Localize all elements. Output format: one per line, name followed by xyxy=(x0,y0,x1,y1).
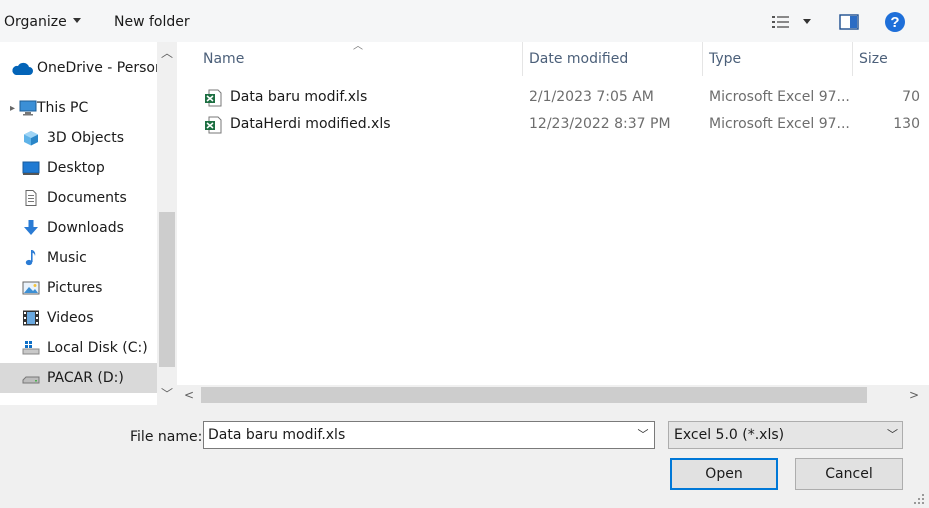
file-name-label: File name: xyxy=(130,429,203,445)
file-name: DataHerdi modified.xls xyxy=(230,116,391,132)
file-type: Microsoft Excel 97... xyxy=(709,116,849,132)
download-arrow-icon xyxy=(24,220,38,235)
scroll-left-arrow-icon[interactable]: < xyxy=(179,385,199,405)
nav-item-label: 3D Objects xyxy=(47,130,125,146)
nav-item-label: This PC xyxy=(37,100,89,116)
nav-item-label: Local Disk (C:) xyxy=(47,340,148,356)
nav-item-label: Videos xyxy=(47,310,94,326)
nav-item-music[interactable]: Music xyxy=(0,243,157,273)
scroll-thumb[interactable] xyxy=(201,387,867,403)
file-size: 130 xyxy=(893,116,920,132)
nav-item-this-pc[interactable]: ▸ This PC xyxy=(0,93,157,123)
column-header-size[interactable]: Size xyxy=(853,42,929,76)
file-list-horizontal-scrollbar[interactable]: < > xyxy=(177,385,929,405)
scroll-up-arrow-icon[interactable]: ︿ xyxy=(157,44,177,62)
toolbar: Organize New folder ? xyxy=(0,0,929,42)
chevron-right-icon: ▸ xyxy=(10,103,16,114)
file-type-value: Excel 5.0 (*.xls) xyxy=(674,427,785,443)
file-name: Data baru modif.xls xyxy=(230,89,368,105)
drive-icon xyxy=(22,376,40,384)
music-note-icon xyxy=(25,250,36,266)
file-type: Microsoft Excel 97... xyxy=(709,89,849,105)
file-date: 12/23/2022 8:37 PM xyxy=(529,116,671,132)
computer-icon xyxy=(19,100,37,116)
chevron-down-icon: ﹀ xyxy=(887,428,898,441)
nav-item-label: OneDrive - Personal xyxy=(37,60,157,76)
nav-item-label: Pictures xyxy=(47,280,103,296)
new-folder-button[interactable]: New folder xyxy=(114,12,190,32)
scroll-right-arrow-icon[interactable]: > xyxy=(904,385,924,405)
organize-label: Organize xyxy=(4,14,67,30)
column-header-date-modified[interactable]: Date modified xyxy=(523,42,702,76)
nav-item-label: Downloads xyxy=(47,220,124,236)
nav-item-3d-objects[interactable]: 3D Objects xyxy=(0,123,157,153)
nav-item-pictures[interactable]: Pictures xyxy=(0,273,157,303)
cloud-icon xyxy=(12,62,33,75)
nav-item-downloads[interactable]: Downloads xyxy=(0,213,157,243)
nav-item-videos[interactable]: Videos xyxy=(0,303,157,333)
file-size: 70 xyxy=(902,89,920,105)
nav-item-label: Desktop xyxy=(47,160,105,176)
column-header-type[interactable]: Type xyxy=(703,42,852,76)
file-date: 2/1/2023 7:05 AM xyxy=(529,89,654,105)
view-options-button[interactable] xyxy=(771,13,815,31)
cancel-button[interactable]: Cancel xyxy=(795,458,903,490)
nav-item-onedrive[interactable]: OneDrive - Personal xyxy=(0,53,157,83)
open-button[interactable]: Open xyxy=(670,458,778,490)
cube-icon xyxy=(24,131,38,146)
chevron-down-icon xyxy=(72,17,81,23)
file-list: ︿ Name Date modified Type Size Data baru… xyxy=(177,42,929,405)
nav-item-label: Music xyxy=(47,250,87,266)
chevron-down-icon xyxy=(803,19,811,24)
details-view-icon xyxy=(772,16,789,28)
column-header-name[interactable]: Name xyxy=(197,42,522,76)
excel-file-icon xyxy=(205,116,222,134)
resize-grip-icon[interactable] xyxy=(913,493,925,505)
navigation-pane: OneDrive - Personal ▸ This PC 3D Objects… xyxy=(0,42,177,405)
document-icon xyxy=(25,190,37,206)
file-name-input[interactable] xyxy=(203,421,655,449)
help-icon[interactable]: ? xyxy=(884,11,906,33)
chevron-down-icon[interactable]: ﹀ xyxy=(632,422,654,448)
nav-item-local-disk-c[interactable]: Local Disk (C:) xyxy=(0,333,157,363)
nav-item-label: Documents xyxy=(47,190,127,206)
file-row[interactable]: DataHerdi modified.xls 12/23/2022 8:37 P… xyxy=(177,111,929,138)
file-type-select[interactable]: Excel 5.0 (*.xls) ﹀ xyxy=(668,421,903,449)
picture-icon xyxy=(22,281,40,295)
organize-button[interactable]: Organize xyxy=(4,12,81,32)
nav-item-desktop[interactable]: Desktop xyxy=(0,153,157,183)
scroll-thumb[interactable] xyxy=(159,212,175,367)
nav-item-documents[interactable]: Documents xyxy=(0,183,157,213)
svg-text:?: ? xyxy=(890,14,899,31)
preview-pane-icon[interactable] xyxy=(839,14,859,30)
desktop-icon xyxy=(22,161,40,175)
nav-item-label: PACAR (D:) xyxy=(47,370,124,386)
scroll-down-arrow-icon[interactable]: ﹀ xyxy=(157,385,177,403)
dialog-footer: File name: ﹀ Excel 5.0 (*.xls) ﹀ Open Ca… xyxy=(0,405,929,508)
excel-file-icon xyxy=(205,89,222,107)
nav-vertical-scrollbar[interactable]: ︿ ﹀ xyxy=(157,42,177,405)
file-row[interactable]: Data baru modif.xls 2/1/2023 7:05 AM Mic… xyxy=(177,84,929,111)
film-icon xyxy=(23,310,39,326)
drive-icon xyxy=(22,341,40,355)
nav-item-pacar-d[interactable]: PACAR (D:) xyxy=(0,363,157,393)
